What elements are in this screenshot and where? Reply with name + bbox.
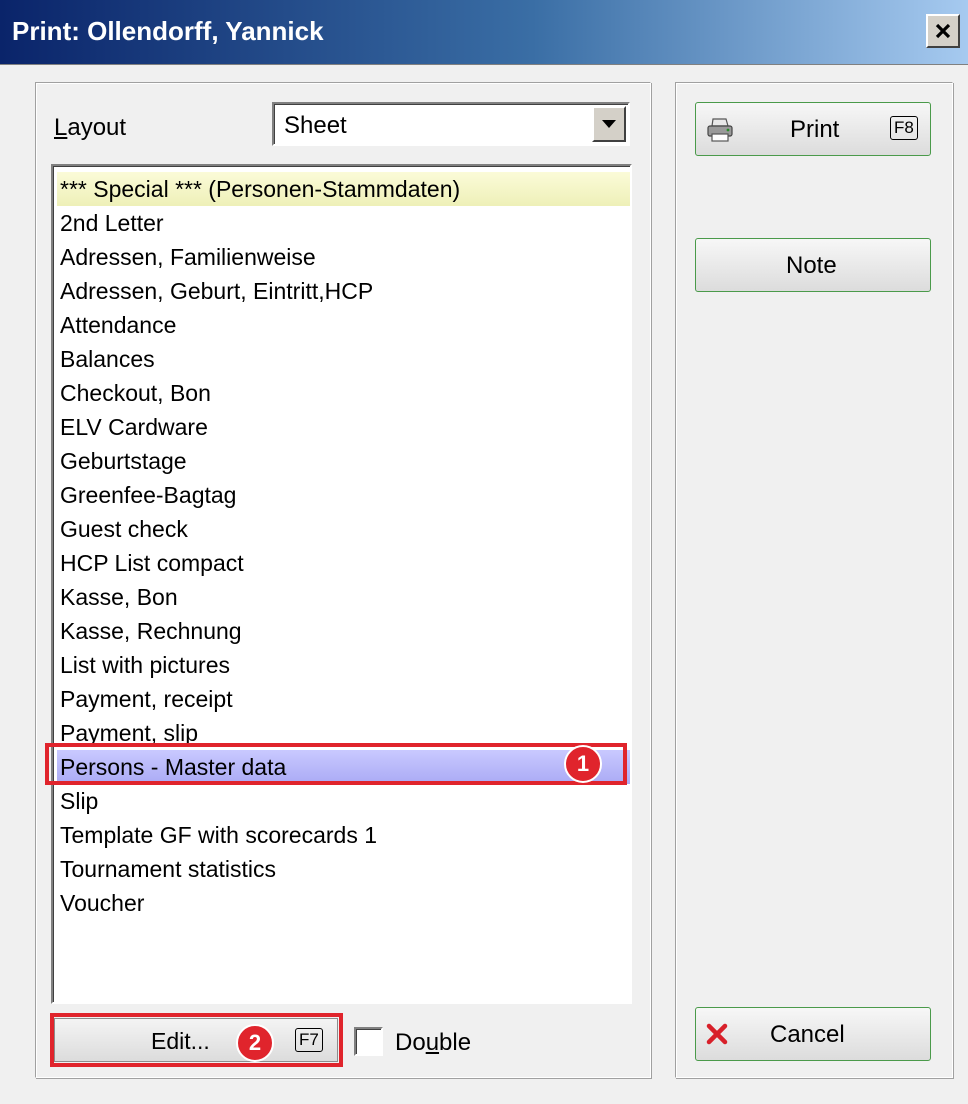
list-item[interactable]: Tournament statistics: [57, 852, 630, 886]
list-item[interactable]: List with pictures: [57, 648, 630, 682]
double-checkbox[interactable]: [354, 1027, 383, 1056]
list-item[interactable]: Kasse, Rechnung: [57, 614, 630, 648]
list-item[interactable]: Greenfee-Bagtag: [57, 478, 630, 512]
close-icon: [935, 23, 951, 39]
list-item[interactable]: Geburtstage: [57, 444, 630, 478]
print-button[interactable]: Print F8: [695, 102, 931, 156]
list-item[interactable]: Adressen, Geburt, Eintritt,HCP: [57, 274, 630, 308]
list-item[interactable]: Guest check: [57, 512, 630, 546]
list-item[interactable]: Payment, receipt: [57, 682, 630, 716]
window-title: Print: Ollendorff, Yannick: [12, 16, 324, 46]
annotation-highlight-1: [45, 743, 627, 785]
list-item[interactable]: 2nd Letter: [57, 206, 630, 240]
list-item[interactable]: Checkout, Bon: [57, 376, 630, 410]
list-item[interactable]: Attendance: [57, 308, 630, 342]
list-item[interactable]: Adressen, Familienweise: [57, 240, 630, 274]
list-item[interactable]: Voucher: [57, 886, 630, 920]
print-shortcut-key: F8: [890, 116, 918, 140]
cancel-button-label: Cancel: [770, 1021, 845, 1048]
list-item[interactable]: Template GF with scorecards 1: [57, 818, 630, 852]
list-item[interactable]: Balances: [57, 342, 630, 376]
right-panel: [675, 82, 953, 1078]
red-x-icon: [706, 1023, 728, 1050]
triangle-down-icon: [602, 120, 616, 128]
list-item[interactable]: *** Special *** (Personen-Stammdaten): [57, 172, 630, 206]
note-button[interactable]: Note: [695, 238, 931, 292]
dropdown-arrow-button[interactable]: [592, 106, 626, 142]
title-bar: Print: Ollendorff, Yannick: [0, 0, 968, 65]
close-button[interactable]: [926, 14, 960, 48]
note-button-label: Note: [786, 252, 837, 279]
double-checkbox-label[interactable]: Double: [395, 1029, 471, 1057]
list-item[interactable]: HCP List compact: [57, 546, 630, 580]
layout-dropdown[interactable]: Sheet: [272, 102, 630, 146]
list-item[interactable]: Slip: [57, 784, 630, 818]
list-item[interactable]: Kasse, Bon: [57, 580, 630, 614]
printer-icon: [706, 117, 734, 148]
annotation-badge-1: 1: [564, 745, 602, 783]
cancel-button[interactable]: Cancel: [695, 1007, 931, 1061]
annotation-badge-2: 2: [236, 1024, 274, 1062]
layout-listbox[interactable]: *** Special *** (Personen-Stammdaten) 2n…: [51, 164, 632, 1004]
layout-dropdown-value: Sheet: [284, 112, 347, 139]
layout-label: Layout: [54, 114, 127, 141]
print-button-label: Print: [790, 116, 840, 143]
annotation-highlight-2: [50, 1013, 343, 1067]
list-item[interactable]: ELV Cardware: [57, 410, 630, 444]
